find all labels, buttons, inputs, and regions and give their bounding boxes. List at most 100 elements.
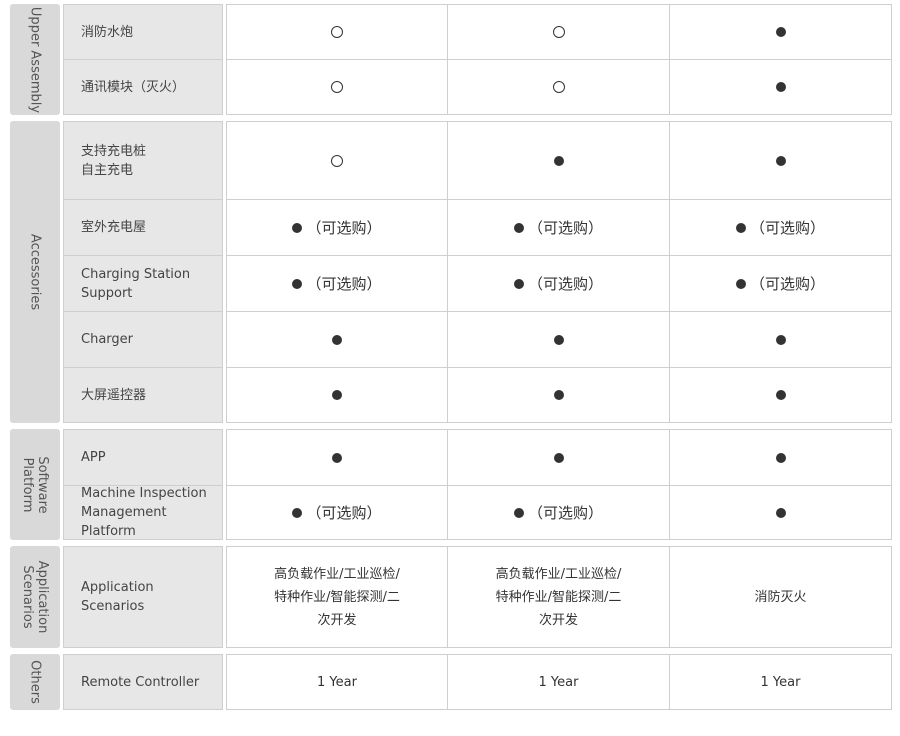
value-cell — [670, 4, 892, 60]
feature-label: 大屏遥控器 — [63, 367, 223, 423]
value-cell — [226, 121, 448, 200]
value-cell: （可选购） — [226, 199, 448, 256]
value-cell — [670, 121, 892, 200]
feature-label: 室外充电屋 — [63, 199, 223, 256]
included-dot-icon — [735, 222, 746, 233]
value-cell — [226, 367, 448, 423]
feature-label: Application Scenarios — [63, 546, 223, 648]
value-cell: （可选购） — [448, 255, 670, 312]
included-dot-icon — [513, 278, 524, 289]
value-cell — [448, 311, 670, 368]
feature-label: 支持充电桩 自主充电 — [63, 121, 223, 200]
value-cell — [670, 367, 892, 423]
value-cell — [448, 429, 670, 486]
feature-label: 通讯模块（灭火） — [63, 59, 223, 115]
table-row: 通讯模块（灭火） — [63, 59, 892, 115]
not-included-icon — [331, 81, 343, 93]
included-dot-icon — [775, 155, 786, 166]
included-dot-icon — [775, 452, 786, 463]
group-label-software-platform: Software Platform — [20, 455, 50, 514]
feature-label: APP — [63, 429, 223, 486]
feature-label: Charger — [63, 311, 223, 368]
value-cell: 1 Year — [226, 654, 448, 710]
included-dot-icon — [553, 390, 564, 400]
included-dot-icon — [513, 507, 524, 518]
optional-label: （可选购） — [527, 275, 603, 293]
included-dot-icon — [553, 334, 564, 345]
included-dot-icon — [553, 155, 564, 166]
value-cell: 高负载作业/工业巡检/ 特种作业/智能探测/二 次开发 — [226, 546, 448, 648]
table-row: Charger — [63, 311, 892, 368]
value-cell — [448, 121, 670, 200]
included-dot-icon — [332, 452, 342, 463]
value-cell: 1 Year — [448, 654, 670, 710]
included-dot-icon — [332, 390, 342, 400]
group-accessories: Accessories — [10, 121, 60, 423]
table-row: 消防水炮 — [63, 4, 892, 60]
included-dot-icon — [292, 278, 303, 289]
table-row: APP — [63, 429, 892, 486]
value-cell — [670, 429, 892, 486]
group-label-upper-assembly: Upper Assembly — [27, 6, 43, 113]
value-cell — [226, 429, 448, 486]
group-label-accessories: Accessories — [27, 233, 43, 311]
included-dot-icon — [775, 27, 786, 37]
included-dot-icon — [553, 452, 564, 463]
not-included-icon — [552, 81, 565, 93]
feature-label: Charging Station Support — [63, 255, 223, 312]
value-cell: （可选购） — [226, 485, 448, 540]
table-row: 支持充电桩 自主充电 — [63, 121, 892, 200]
value-cell — [226, 59, 448, 115]
value-cell: （可选购） — [670, 255, 892, 312]
feature-label: 消防水炮 — [63, 4, 223, 60]
not-included-icon — [552, 26, 565, 38]
table-row: Charging Station Support （可选购） （可选购） （可选… — [63, 255, 892, 312]
group-label-others: Others — [27, 660, 43, 704]
included-dot-icon — [775, 334, 786, 345]
included-dot-icon — [775, 82, 786, 92]
value-cell: （可选购） — [448, 485, 670, 540]
value-cell — [448, 367, 670, 423]
optional-label: （可选购） — [749, 275, 825, 293]
value-cell — [226, 4, 448, 60]
value-cell: 消防灭火 — [670, 546, 892, 648]
table-row: Application Scenarios 高负载作业/工业巡检/ 特种作业/智… — [63, 546, 892, 648]
table-row: 大屏遥控器 — [63, 367, 892, 423]
group-software-platform: Software Platform — [10, 429, 60, 540]
value-cell — [226, 311, 448, 368]
value-cell — [448, 59, 670, 115]
table-row: Remote Controller 1 Year 1 Year 1 Year — [63, 654, 892, 710]
value-cell — [670, 59, 892, 115]
not-included-icon — [331, 154, 343, 167]
optional-label: （可选购） — [749, 219, 825, 237]
included-dot-icon — [292, 507, 303, 518]
included-dot-icon — [775, 390, 786, 400]
included-dot-icon — [292, 222, 303, 233]
table-row: 室外充电屋 （可选购） （可选购） （可选购） — [63, 199, 892, 256]
value-cell: （可选购） — [670, 199, 892, 256]
feature-label: Machine Inspection Management Platform — [63, 485, 223, 540]
optional-label: （可选购） — [306, 219, 382, 237]
group-application-scenarios: Application Scenarios — [10, 546, 60, 648]
optional-label: （可选购） — [527, 219, 603, 237]
included-dot-icon — [332, 334, 342, 345]
included-dot-icon — [513, 222, 524, 233]
group-upper-assembly: Upper Assembly — [10, 4, 60, 115]
group-label-application-scenarios: Application Scenarios — [20, 560, 50, 634]
included-dot-icon — [735, 278, 746, 289]
value-cell: （可选购） — [226, 255, 448, 312]
value-cell — [670, 311, 892, 368]
included-dot-icon — [775, 507, 786, 518]
not-included-icon — [331, 26, 343, 38]
value-cell — [448, 4, 670, 60]
value-cell: （可选购） — [448, 199, 670, 256]
value-cell — [670, 485, 892, 540]
group-others: Others — [10, 654, 60, 710]
optional-label: （可选购） — [527, 504, 603, 522]
table-row: Machine Inspection Management Platform （… — [63, 485, 892, 540]
optional-label: （可选购） — [306, 275, 382, 293]
value-cell: 1 Year — [670, 654, 892, 710]
optional-label: （可选购） — [306, 504, 382, 522]
value-cell: 高负载作业/工业巡检/ 特种作业/智能探测/二 次开发 — [448, 546, 670, 648]
feature-label: Remote Controller — [63, 654, 223, 710]
